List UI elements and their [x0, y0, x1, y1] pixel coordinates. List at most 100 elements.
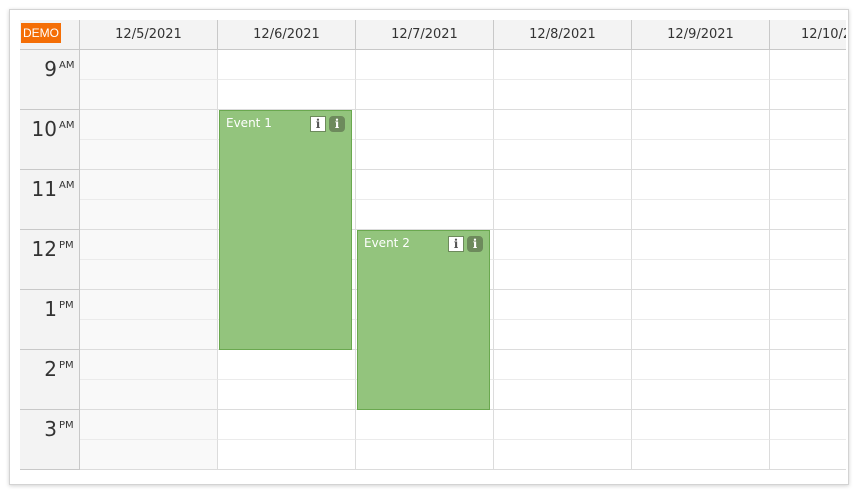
column-header[interactable]: 12/8/2021	[494, 20, 632, 50]
info-icon[interactable]: i	[467, 236, 483, 252]
column-header[interactable]: 12/6/2021	[218, 20, 356, 50]
time-cell[interactable]	[494, 440, 632, 470]
time-cell[interactable]	[632, 260, 770, 290]
hour-ampm: AM	[59, 120, 75, 131]
time-cell[interactable]	[770, 140, 846, 170]
time-cell[interactable]	[632, 350, 770, 380]
time-cell[interactable]	[356, 140, 494, 170]
time-cell[interactable]	[356, 410, 494, 440]
time-cell[interactable]	[632, 230, 770, 260]
time-cell[interactable]	[80, 350, 218, 380]
time-cell[interactable]	[770, 200, 846, 230]
hour-ampm: AM	[59, 180, 75, 191]
hour-number: 1	[44, 297, 57, 321]
info-icon[interactable]: i	[329, 116, 345, 132]
time-cell[interactable]	[770, 290, 846, 320]
time-cell[interactable]	[80, 260, 218, 290]
time-cell[interactable]	[494, 290, 632, 320]
time-cell[interactable]	[770, 320, 846, 350]
time-cell[interactable]	[494, 380, 632, 410]
time-cell[interactable]	[356, 110, 494, 140]
time-cell[interactable]	[356, 80, 494, 110]
calendar-event[interactable]: Event 1 ii	[219, 110, 352, 350]
time-cell[interactable]	[632, 170, 770, 200]
time-cell[interactable]	[632, 290, 770, 320]
hour-ampm: PM	[59, 360, 74, 371]
hour-number: 11	[31, 177, 57, 201]
time-cell[interactable]	[494, 140, 632, 170]
column-header[interactable]: 12/10/2021	[770, 20, 846, 50]
time-cell[interactable]	[770, 170, 846, 200]
time-cell[interactable]	[632, 410, 770, 440]
info-outline-icon[interactable]: i	[310, 116, 326, 132]
time-cell[interactable]	[80, 410, 218, 440]
time-cell[interactable]	[494, 410, 632, 440]
info-outline-icon[interactable]: i	[448, 236, 464, 252]
time-cell[interactable]	[218, 440, 356, 470]
time-cell[interactable]	[632, 440, 770, 470]
time-cell[interactable]	[632, 140, 770, 170]
hour-header: 11 AM	[20, 170, 80, 230]
time-cell[interactable]	[80, 320, 218, 350]
time-cell[interactable]	[356, 200, 494, 230]
time-cell[interactable]	[494, 320, 632, 350]
column-header[interactable]: 12/5/2021	[80, 20, 218, 50]
time-cell[interactable]	[770, 50, 846, 80]
time-cell[interactable]	[80, 230, 218, 260]
time-cell[interactable]	[218, 350, 356, 380]
column-header[interactable]: 12/7/2021	[356, 20, 494, 50]
time-cell[interactable]	[356, 440, 494, 470]
time-cell[interactable]	[356, 50, 494, 80]
time-cell[interactable]	[494, 350, 632, 380]
time-cell[interactable]	[494, 170, 632, 200]
time-cell[interactable]	[770, 440, 846, 470]
time-cell[interactable]	[632, 50, 770, 80]
hour-ampm: PM	[59, 300, 74, 311]
time-cell[interactable]	[494, 230, 632, 260]
time-cell[interactable]	[218, 50, 356, 80]
column-headers: 12/5/2021 12/6/2021 12/7/2021 12/8/2021 12/9…	[80, 20, 846, 50]
time-cell[interactable]	[80, 80, 218, 110]
week-calendar: DEMO 12/5/2021 12/6/2021 12/7/2021 12/8/202…	[20, 20, 846, 482]
hour-header: 9 AM	[20, 50, 80, 110]
hour-headers: 9 AM 10 AM 11 AM 12 PM 1 PM 2 PM 3 PM	[20, 50, 80, 482]
time-cell[interactable]	[218, 410, 356, 440]
hour-number: 3	[44, 417, 57, 441]
column-header[interactable]: 12/9/2021	[632, 20, 770, 50]
time-cell[interactable]	[80, 440, 218, 470]
time-cell[interactable]	[80, 110, 218, 140]
time-cell[interactable]	[770, 110, 846, 140]
time-cell[interactable]	[80, 200, 218, 230]
time-cell[interactable]	[218, 80, 356, 110]
time-cell[interactable]	[218, 380, 356, 410]
time-cell[interactable]	[770, 350, 846, 380]
time-cell[interactable]	[632, 200, 770, 230]
hour-number: 2	[44, 357, 57, 381]
time-cell[interactable]	[80, 290, 218, 320]
calendar-event[interactable]: Event 2 ii	[357, 230, 490, 410]
time-cell[interactable]	[632, 110, 770, 140]
time-cell[interactable]	[770, 230, 846, 260]
time-cell[interactable]	[356, 170, 494, 200]
demo-badge: DEMO	[21, 23, 61, 43]
time-cell[interactable]	[494, 50, 632, 80]
calendar-frame: DEMO 12/5/2021 12/6/2021 12/7/2021 12/8/202…	[9, 9, 849, 485]
time-cell[interactable]	[80, 140, 218, 170]
time-cell[interactable]	[494, 200, 632, 230]
calendar-grid: Event 1 i i Event 2ii	[80, 50, 846, 482]
hour-header: 2 PM	[20, 350, 80, 410]
time-cell[interactable]	[632, 380, 770, 410]
time-cell[interactable]	[632, 80, 770, 110]
time-cell[interactable]	[770, 80, 846, 110]
time-cell[interactable]	[80, 50, 218, 80]
time-cell[interactable]	[80, 170, 218, 200]
time-cell[interactable]	[494, 110, 632, 140]
time-cell[interactable]	[80, 380, 218, 410]
hour-header: 1 PM	[20, 290, 80, 350]
time-cell[interactable]	[494, 80, 632, 110]
time-cell[interactable]	[770, 260, 846, 290]
time-cell[interactable]	[632, 320, 770, 350]
time-cell[interactable]	[770, 410, 846, 440]
time-cell[interactable]	[770, 380, 846, 410]
time-cell[interactable]	[494, 260, 632, 290]
